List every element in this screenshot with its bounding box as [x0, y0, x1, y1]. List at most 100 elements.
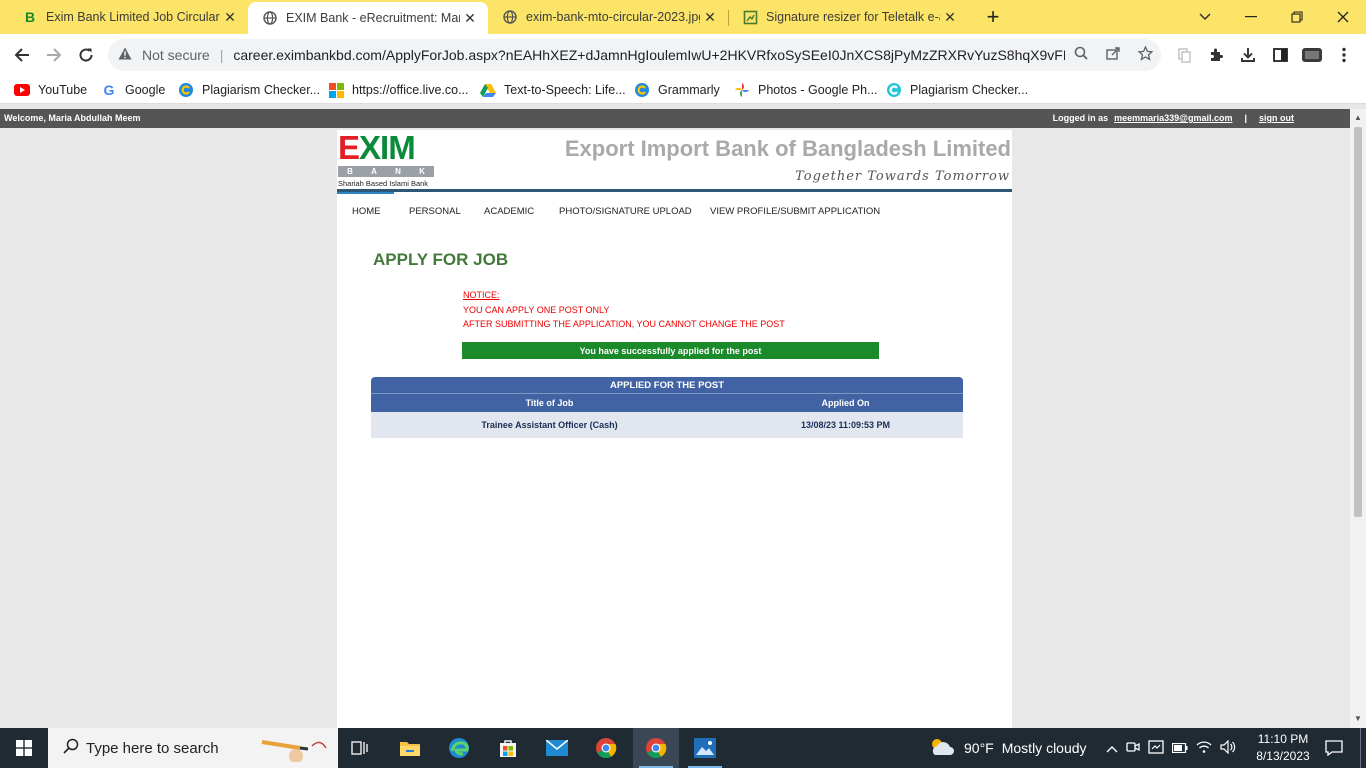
- security-status[interactable]: Not secure: [142, 47, 210, 63]
- bookmark-grammarly[interactable]: Grammarly: [634, 81, 720, 99]
- battery-icon[interactable]: [1171, 741, 1188, 756]
- mail-icon[interactable]: [535, 728, 579, 768]
- close-tab-icon[interactable]: ✕: [220, 9, 240, 26]
- nav-home[interactable]: HOME: [352, 206, 381, 217]
- bookmark-label: https://office.live.co...: [352, 83, 469, 97]
- volume-icon[interactable]: [1220, 739, 1236, 757]
- chrome-profile-icon[interactable]: [633, 728, 679, 768]
- tab-exim-job-circular[interactable]: B Exim Bank Limited Job Circular 20 ✕: [8, 0, 248, 34]
- logo-subtitle: Shariah Based Islami Bank: [338, 179, 429, 188]
- profile-avatar[interactable]: [1296, 38, 1328, 72]
- login-info: Logged in as meemmaria339@gmail.com | si…: [1053, 113, 1294, 123]
- tab-favicon-b-icon: B: [24, 9, 36, 25]
- task-view-icon[interactable]: [338, 728, 382, 768]
- nav-personal[interactable]: PERSONAL: [409, 206, 461, 217]
- notice-heading: NOTICE:: [463, 290, 500, 300]
- clock-date: 8/13/2023: [1256, 749, 1310, 763]
- side-panel-icon[interactable]: [1264, 38, 1296, 72]
- page-viewport: Welcome, Maria Abdullah Meem Logged in a…: [0, 109, 1350, 728]
- taskbar-search-box[interactable]: Type here to search: [48, 728, 338, 768]
- photos-icon: [734, 82, 750, 98]
- close-tab-icon[interactable]: ✕: [460, 10, 480, 27]
- windows-taskbar: Type here to search 90°F Mostly cloudy 1…: [0, 728, 1366, 768]
- bank-tagline: Together Towards Tomorrow: [795, 169, 1010, 184]
- close-tab-icon[interactable]: ✕: [940, 9, 960, 26]
- page-title: APPLY FOR JOB: [373, 250, 509, 269]
- show-hidden-icons-chevron-icon[interactable]: [1106, 741, 1118, 756]
- show-desktop-button[interactable]: [1360, 728, 1366, 768]
- nav-academic[interactable]: ACADEMIC: [484, 206, 534, 217]
- youtube-icon: [14, 82, 30, 98]
- google-icon: G: [103, 82, 115, 98]
- translate-icon[interactable]: [1168, 38, 1200, 72]
- plagiarism-icon: [886, 82, 902, 98]
- weather-widget[interactable]: 90°F Mostly cloudy: [928, 728, 1087, 768]
- tab-eximbank-erecruitment[interactable]: EXIM Bank - eRecruitment: Maria ✕: [248, 2, 488, 34]
- wifi-icon[interactable]: [1196, 740, 1212, 756]
- scroll-up-arrow-icon[interactable]: ▲: [1354, 113, 1362, 122]
- header-divider: [337, 189, 1012, 192]
- extensions-puzzle-icon[interactable]: [1200, 38, 1232, 72]
- reload-icon[interactable]: [70, 38, 102, 72]
- bookmark-youtube[interactable]: YouTube: [14, 81, 87, 99]
- column-applied-on: Applied On: [821, 398, 870, 408]
- share-icon[interactable]: [1097, 46, 1129, 64]
- back-arrow-icon[interactable]: [6, 38, 38, 72]
- logo-wordmark: EXIM: [338, 129, 416, 166]
- notice-line: YOU CAN APPLY ONE POST ONLY: [463, 304, 610, 315]
- tab-mto-circular-image[interactable]: exim-bank-mto-circular-2023.jpg ✕: [488, 0, 728, 34]
- table-header: Title of Job Applied On: [371, 393, 963, 412]
- nav-photo-signature-upload[interactable]: PHOTO/SIGNATURE UPLOAD: [559, 206, 692, 217]
- windows-start-icon[interactable]: [0, 728, 48, 768]
- microsoft-store-icon[interactable]: [486, 728, 530, 768]
- browser-tab-strip: B Exim Bank Limited Job Circular 20 ✕ EX…: [0, 0, 1366, 34]
- file-explorer-icon[interactable]: [388, 728, 432, 768]
- bookmark-label: Plagiarism Checker...: [910, 83, 1029, 97]
- address-bar[interactable]: Not secure | career.eximbankbd.com/Apply…: [108, 39, 1161, 71]
- close-tab-icon[interactable]: ✕: [700, 9, 720, 26]
- minimize-button[interactable]: [1228, 0, 1274, 34]
- photos-app-icon[interactable]: [682, 728, 728, 768]
- onedrive-status-icon[interactable]: [1148, 739, 1164, 757]
- column-title-of-job: Title of Job: [525, 398, 574, 408]
- drive-icon: [480, 82, 496, 98]
- bookmark-google[interactable]: G Google: [101, 81, 166, 99]
- restore-button[interactable]: [1274, 0, 1320, 34]
- vertical-scrollbar[interactable]: ▲ ▼: [1350, 109, 1366, 728]
- download-icon[interactable]: [1232, 38, 1264, 72]
- zoom-search-icon[interactable]: [1065, 46, 1097, 64]
- sign-out-link[interactable]: sign out: [1259, 113, 1294, 123]
- bookmark-text-to-speech[interactable]: Text-to-Speech: Life...: [480, 81, 626, 99]
- chrome-icon[interactable]: [584, 728, 628, 768]
- success-message: You have successfully applied for the po…: [462, 342, 879, 359]
- weather-condition: Mostly cloudy: [1001, 740, 1087, 756]
- meet-now-icon[interactable]: [1126, 740, 1140, 757]
- image-resize-icon: [742, 9, 758, 25]
- tab-title: EXIM Bank - eRecruitment: Maria: [286, 11, 460, 25]
- system-clock[interactable]: 11:10 PM 8/13/2023: [1248, 731, 1318, 765]
- close-window-button[interactable]: [1320, 0, 1366, 34]
- scroll-down-arrow-icon[interactable]: ▼: [1354, 714, 1362, 723]
- exim-bank-logo[interactable]: EXIM BANK Shariah Based Islami Bank: [338, 131, 434, 188]
- user-email-link[interactable]: meemmaria339@gmail.com: [1114, 113, 1232, 123]
- browser-toolbar: Not secure | career.eximbankbd.com/Apply…: [0, 34, 1366, 76]
- search-highlight-pencil-icon: [260, 734, 330, 766]
- nav-view-profile-submit[interactable]: VIEW PROFILE/SUBMIT APPLICATION: [710, 206, 880, 217]
- bookmark-plagiarism-checker-2[interactable]: Plagiarism Checker...: [886, 81, 1028, 99]
- notice-block: NOTICE: YOU CAN APPLY ONE POST ONLY AFTE…: [463, 288, 785, 332]
- new-tab-button[interactable]: +: [970, 0, 1016, 34]
- edge-browser-icon[interactable]: [437, 728, 481, 768]
- forward-arrow-icon[interactable]: [38, 38, 70, 72]
- plagiarism-icon: [178, 82, 194, 98]
- bookmark-office[interactable]: https://office.live.co...: [328, 81, 469, 99]
- bookmark-star-icon[interactable]: [1129, 44, 1161, 65]
- tab-signature-resizer[interactable]: Signature resizer for Teletalk e-ap ✕: [728, 0, 968, 34]
- tab-search-chevron-icon[interactable]: [1182, 0, 1228, 34]
- notification-center-icon[interactable]: [1318, 728, 1350, 768]
- bookmark-plagiarism-checker-1[interactable]: Plagiarism Checker...: [178, 81, 320, 99]
- menu-kebab-icon[interactable]: [1328, 38, 1360, 72]
- applied-post-table: APPLIED FOR THE POST Title of Job Applie…: [371, 377, 963, 438]
- url-text[interactable]: career.eximbankbd.com/ApplyForJob.aspx?n…: [233, 47, 1065, 63]
- bookmark-google-photos[interactable]: Photos - Google Ph...: [734, 81, 878, 99]
- scrollbar-thumb[interactable]: [1354, 127, 1362, 517]
